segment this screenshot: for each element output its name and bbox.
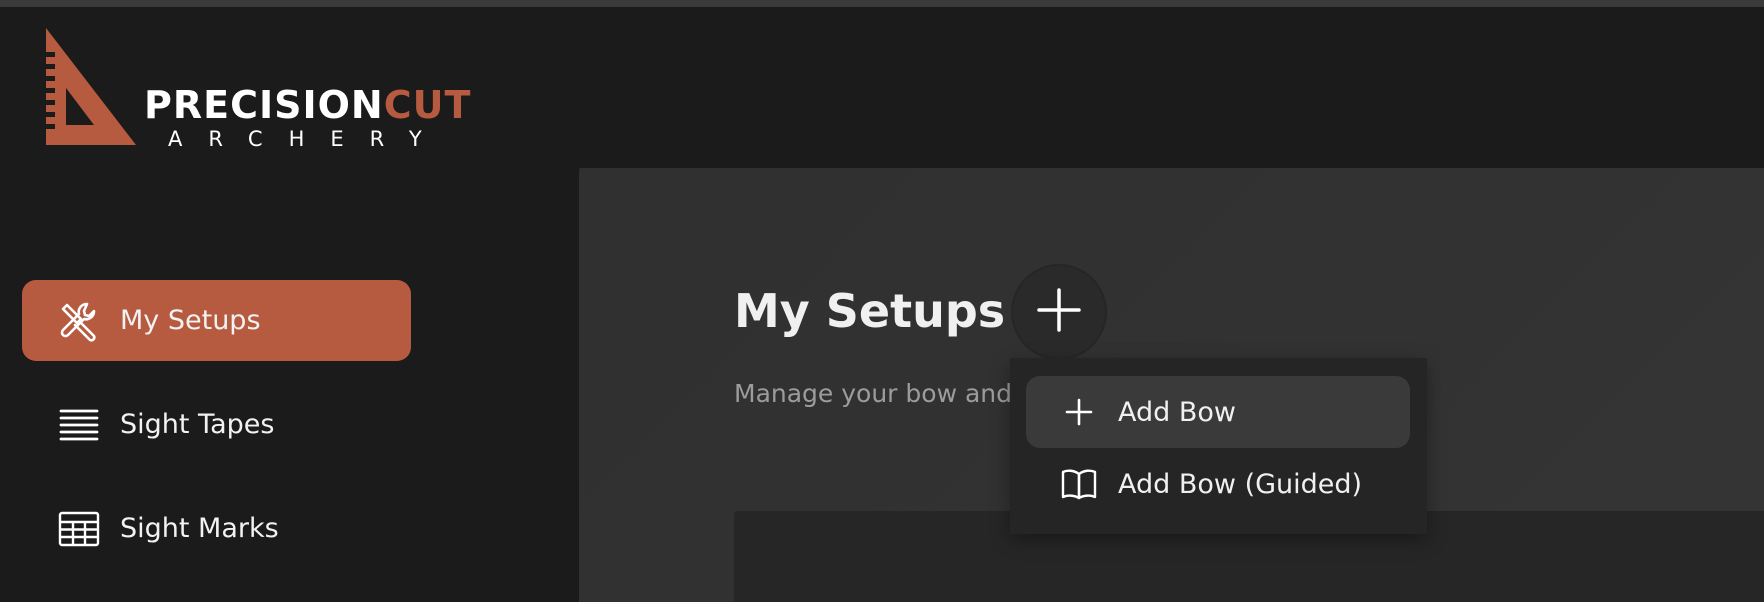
logo-word-main: PRECISION <box>144 83 384 127</box>
sidebar: My Setups Sight Tapes Sight Marks <box>0 168 579 602</box>
plus-icon <box>1036 287 1082 337</box>
menu-item-add-bow[interactable]: Add Bow <box>1026 376 1410 448</box>
page-title: My Setups <box>734 284 1006 338</box>
menu-item-add-bow-guided[interactable]: Add Bow (Guided) <box>1026 448 1410 520</box>
menu-item-label: Add Bow (Guided) <box>1118 468 1363 500</box>
sidebar-item-label: Sight Marks <box>120 513 279 544</box>
add-setup-button[interactable] <box>1011 264 1107 360</box>
sidebar-item-my-setups[interactable]: My Setups <box>22 280 411 361</box>
menu-item-label: Add Bow <box>1118 396 1236 428</box>
brand-logo[interactable]: PRECISIONCUT ARCHERY <box>44 28 524 151</box>
logo-word-accent: CUT <box>383 83 472 127</box>
add-dropdown-menu: Add Bow Add Bow (Guided) <box>1010 358 1427 534</box>
table-icon <box>56 506 102 552</box>
logo-wordmark: PRECISIONCUT <box>144 83 471 127</box>
lines-icon <box>56 402 102 448</box>
plus-icon <box>1060 393 1098 431</box>
tools-icon <box>56 298 102 344</box>
sidebar-item-label: Sight Tapes <box>120 409 275 440</box>
sidebar-item-label: My Setups <box>120 305 261 336</box>
logo-subword: ARCHERY <box>168 127 448 151</box>
book-icon <box>1060 465 1098 503</box>
sidebar-item-sight-tapes[interactable]: Sight Tapes <box>22 384 411 465</box>
page-subtitle: Manage your bow and <box>734 379 1013 408</box>
window-top-border <box>0 0 1764 7</box>
sidebar-item-sight-marks[interactable]: Sight Marks <box>22 488 411 569</box>
